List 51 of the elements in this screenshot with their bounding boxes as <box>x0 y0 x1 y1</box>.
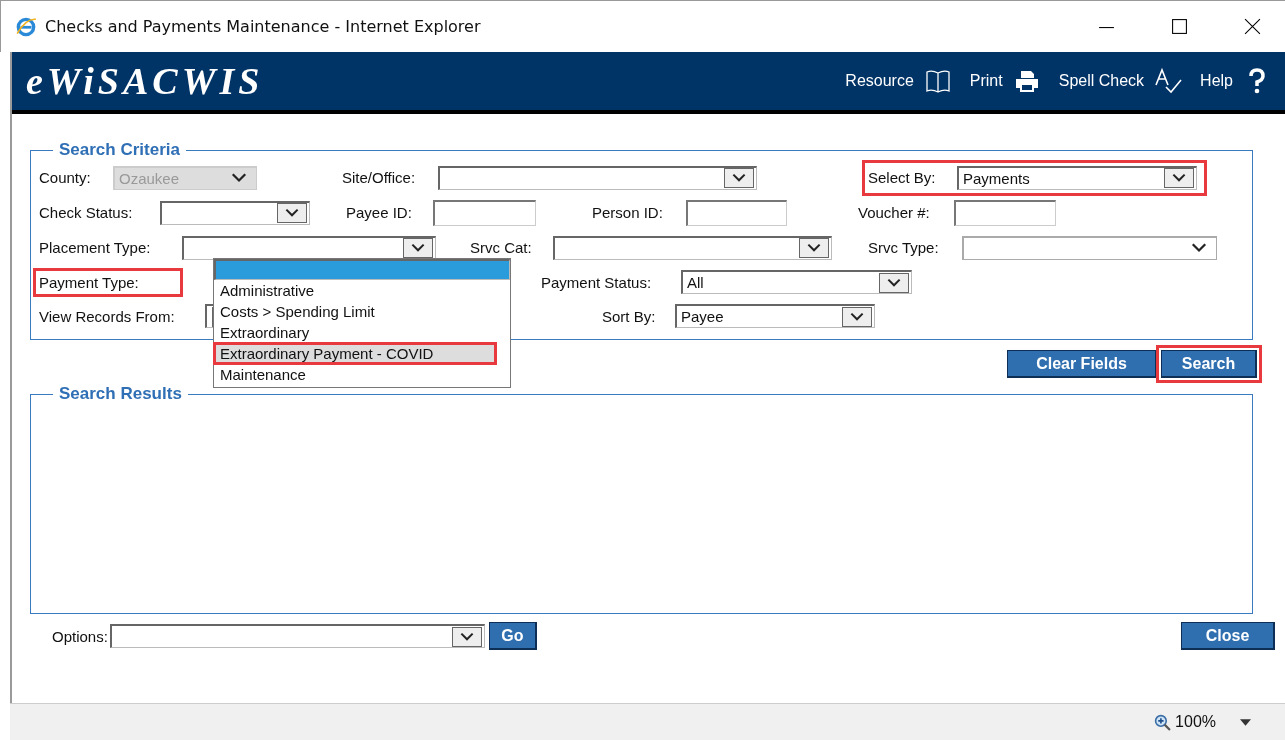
dropdown-option[interactable]: Extraordinary <box>214 321 510 343</box>
field-label: Placement Type: <box>39 239 152 256</box>
dropdown-field[interactable]: Payments <box>957 165 1197 190</box>
dropdown-field[interactable] <box>182 235 436 260</box>
dropdown-field[interactable] <box>553 235 832 260</box>
dropdown-field[interactable]: Payee <box>675 304 875 328</box>
nav-link[interactable]: Resource <box>845 72 914 90</box>
dropdown-field[interactable]: All <box>681 270 912 294</box>
go-button[interactable]: Go <box>488 622 537 650</box>
field-label: Srvc Type: <box>868 239 940 256</box>
field-label: Site/Office: <box>342 169 417 186</box>
caret-icon[interactable] <box>1240 718 1251 726</box>
dropdown-option[interactable]: Extraordinary Payment - COVID <box>214 342 496 364</box>
text-input[interactable] <box>954 199 1056 226</box>
window-title: Checks and Payments Maintenance - Internet Explorer <box>45 17 481 36</box>
section-title: Search Results <box>58 384 183 404</box>
dropdown-field[interactable] <box>160 200 310 225</box>
action-button[interactable]: Clear Fields <box>1007 350 1157 378</box>
close-button[interactable]: Close <box>1181 622 1275 650</box>
maximize-icon[interactable] <box>1171 18 1188 35</box>
browser-icon <box>15 15 37 38</box>
field-label: Check Status: <box>39 204 134 221</box>
field-label: Options: <box>52 627 108 645</box>
nav-link[interactable]: Spell Check <box>1058 72 1145 90</box>
field-label: Voucher #: <box>858 204 931 221</box>
field-label: Person ID: <box>592 204 664 221</box>
dropdown-option[interactable] <box>214 258 510 280</box>
dropdown-field[interactable] <box>962 235 1217 260</box>
zoom-icon <box>1154 713 1172 731</box>
field-label: Payee ID: <box>346 204 413 221</box>
field-label: View Records From: <box>39 307 176 325</box>
action-button[interactable]: Search <box>1161 350 1257 378</box>
text-input[interactable] <box>433 199 536 226</box>
dropdown-option[interactable]: Maintenance <box>214 363 510 385</box>
nav-link[interactable]: Print <box>969 72 1003 90</box>
dropdown-option[interactable]: Administrative <box>214 279 510 301</box>
dropdown-field[interactable] <box>438 165 757 190</box>
options-dropdown[interactable] <box>109 624 485 648</box>
section-title: Search Criteria <box>58 140 181 160</box>
zoom-level[interactable]: 100% <box>1175 713 1216 731</box>
field-label: Payment Type: <box>39 273 140 291</box>
field-label: Sort By: <box>602 307 657 325</box>
field-label: Payment Status: <box>541 273 653 291</box>
app-logo: eWiSACWIS <box>26 59 264 103</box>
close-icon[interactable] <box>1244 18 1261 35</box>
field-label: Srvc Cat: <box>470 239 533 256</box>
field-label: Select By: <box>868 169 937 186</box>
spellcheck-icon <box>1154 67 1183 95</box>
text-input[interactable] <box>686 199 787 226</box>
nav-link[interactable]: Help <box>1200 72 1233 90</box>
field-label: County: <box>39 169 92 186</box>
